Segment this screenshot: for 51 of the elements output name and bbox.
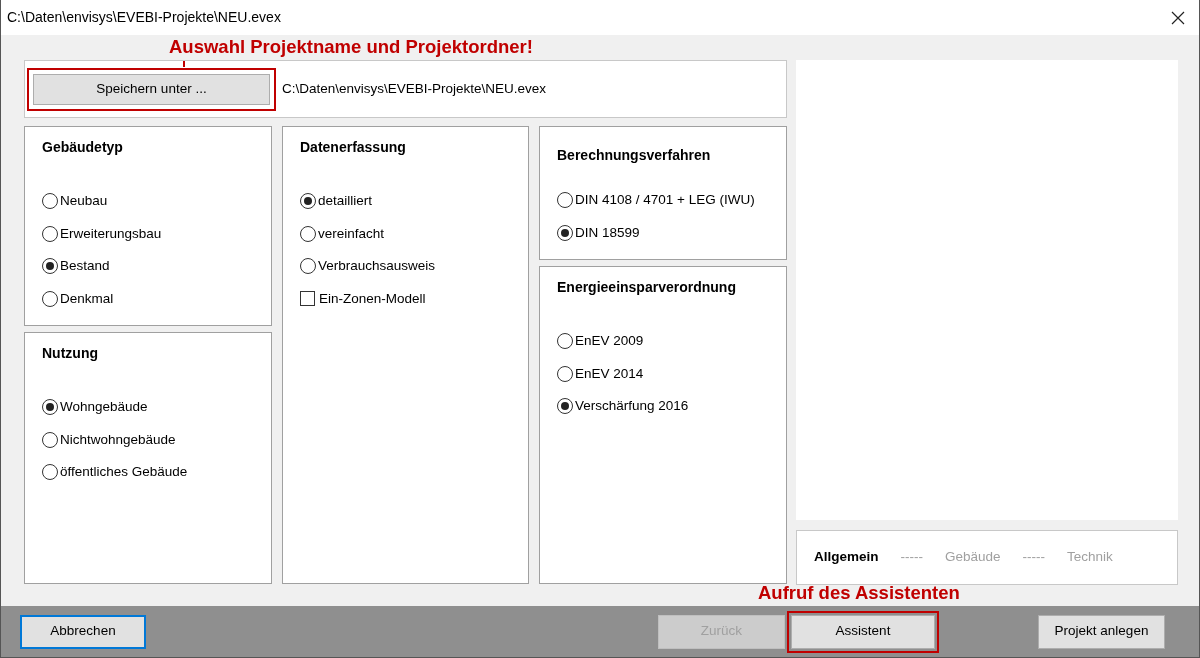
group-title: Berechnungsverfahren — [557, 146, 712, 165]
step-separator: ----- — [900, 548, 923, 567]
wizard-step: Technik — [1067, 547, 1113, 568]
radio-option[interactable]: Verschärfung 2016 — [557, 390, 769, 423]
radio-option[interactable]: vereinfacht — [300, 217, 511, 250]
radio-option[interactable]: detailliert — [300, 185, 511, 218]
radio-option[interactable]: DIN 18599 — [557, 216, 769, 249]
radio-option[interactable]: EnEV 2009 — [557, 325, 769, 358]
radio-option[interactable]: Neubau — [42, 185, 254, 218]
radio-indicator[interactable] — [557, 192, 573, 209]
wizard-step: Allgemein — [814, 547, 879, 568]
radio-indicator[interactable] — [42, 431, 58, 448]
file-path: C:\Daten\envisys\EVEBI-Projekte\NEU.evex — [282, 79, 547, 98]
annotation-label: Auswahl Projektname und Projektordner! — [169, 37, 533, 58]
radio-option[interactable]: EnEV 2014 — [557, 357, 769, 390]
group-title: Datenerfassung — [300, 138, 407, 157]
group-title: Gebäudetyp — [42, 138, 124, 157]
radio-option[interactable]: öffentliches Gebäude — [42, 456, 254, 489]
radio-option[interactable]: Bestand — [42, 250, 254, 283]
group-title: Nutzung — [42, 344, 99, 363]
close-icon[interactable] — [1171, 10, 1185, 25]
window-title: C:\Daten\envisys\EVEBI-Projekte\NEU.evex — [7, 8, 281, 27]
radio-option[interactable]: DIN 4108 / 4701 + LEG (IWU) — [557, 184, 769, 217]
dialog-button[interactable]: Abbrechen — [20, 614, 146, 649]
radio-indicator[interactable] — [42, 258, 58, 275]
checkbox-option[interactable]: Ein-Zonen-Modell — [300, 282, 511, 315]
dialog-button[interactable]: Assistent — [791, 614, 935, 649]
radio-indicator[interactable] — [557, 333, 573, 350]
radio-indicator[interactable] — [300, 258, 316, 275]
annotation-label: Aufruf des Assistenten — [758, 583, 960, 604]
radio-indicator[interactable] — [557, 398, 573, 415]
checkbox[interactable] — [300, 291, 315, 307]
dialog-button[interactable]: Projekt anlegen — [1038, 614, 1165, 649]
radio-indicator[interactable] — [42, 225, 58, 242]
wizard-step: Gebäude — [945, 547, 1001, 568]
radio-indicator[interactable] — [42, 399, 58, 416]
radio-indicator[interactable] — [42, 290, 58, 307]
radio-indicator[interactable] — [300, 193, 316, 210]
radio-option[interactable]: Verbrauchsausweis — [300, 250, 511, 283]
radio-indicator[interactable] — [42, 464, 58, 481]
radio-option[interactable]: Erweiterungsbau — [42, 217, 254, 250]
radio-option[interactable]: Nichtwohngebäude — [42, 423, 254, 456]
radio-indicator[interactable] — [557, 224, 573, 241]
radio-option[interactable]: Wohngebäude — [42, 391, 254, 424]
step-separator: ----- — [1022, 548, 1046, 567]
group-title: Energieeinsparverordnung — [557, 278, 737, 297]
radio-indicator[interactable] — [42, 193, 58, 210]
radio-option[interactable]: Denkmal — [42, 282, 254, 315]
radio-indicator[interactable] — [300, 225, 316, 242]
radio-indicator[interactable] — [557, 365, 573, 382]
save-as-button[interactable]: Speichern unter ... — [33, 73, 270, 105]
